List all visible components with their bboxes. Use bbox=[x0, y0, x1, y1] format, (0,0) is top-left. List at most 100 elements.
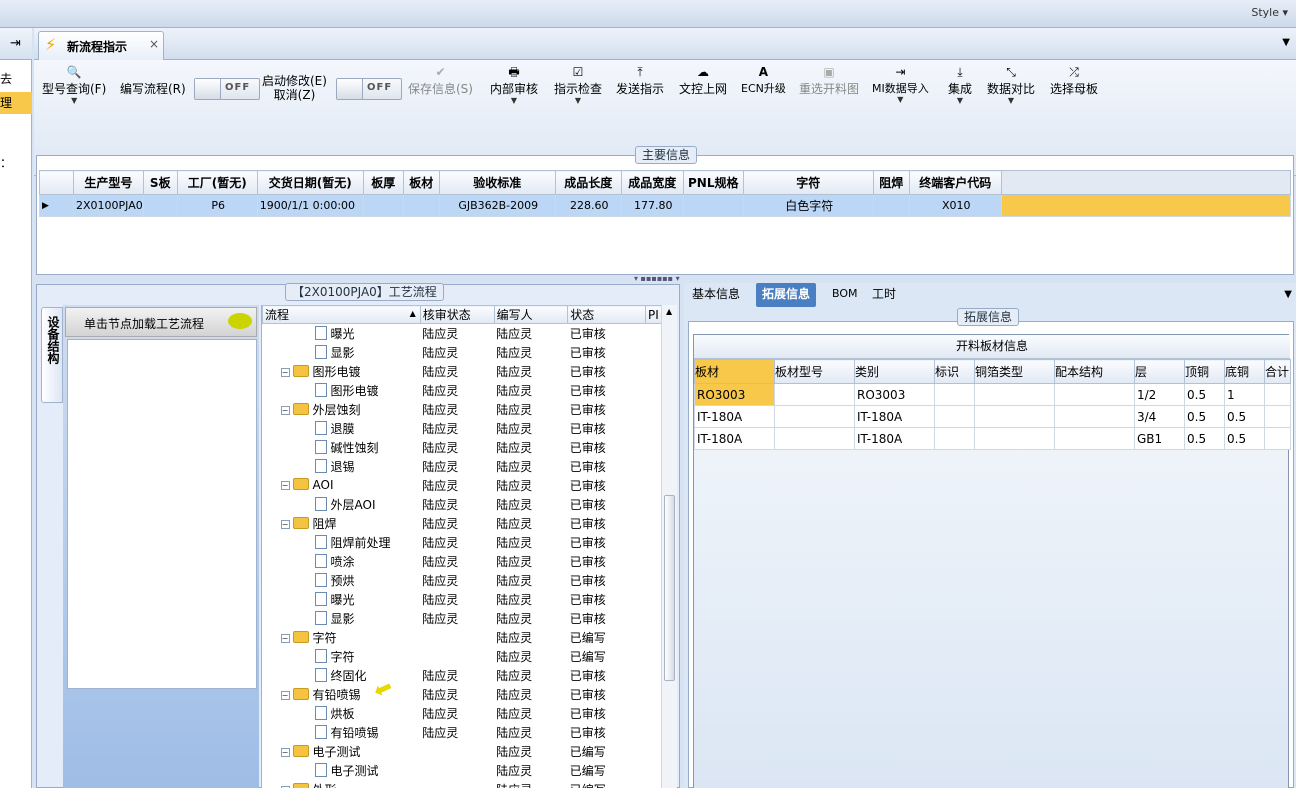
ecn-upgrade-button[interactable]: A ECN升级 bbox=[741, 64, 786, 96]
column-header[interactable]: 成品长度 bbox=[554, 170, 622, 195]
tree-row[interactable]: 外层AOI 陆应灵 陆应灵 已审核 bbox=[263, 495, 662, 514]
integrate-button[interactable]: ⤓ 集成 ▼ bbox=[948, 64, 972, 105]
tree-row[interactable]: − 有铅喷锡 陆应灵 陆应灵 已审核 bbox=[263, 685, 662, 704]
tree-row[interactable]: − 阻焊 陆应灵 陆应灵 已审核 bbox=[263, 514, 662, 533]
table-cell[interactable]: IT-180A bbox=[694, 427, 775, 450]
table-row[interactable]: ▶ 2X0100PJA0 P6 1900/1/1 0:00:00 GJB362B… bbox=[39, 194, 1292, 217]
data-compare-button[interactable]: ⤡ 数据对比 ▼ bbox=[987, 64, 1035, 105]
tree-node[interactable]: − 电子测试 bbox=[263, 742, 421, 761]
load-flow-button[interactable]: 单击节点加载工艺流程 bbox=[65, 307, 257, 337]
tree-node[interactable]: 曝光 bbox=[263, 324, 421, 343]
start-modify-button[interactable]: 启动修改(E) 取消(Z) bbox=[262, 74, 327, 102]
tree-node[interactable]: − 图形电镀 bbox=[263, 362, 421, 381]
table-cell[interactable] bbox=[1264, 383, 1291, 406]
write-flow-button[interactable]: 编写流程(R) bbox=[120, 80, 186, 97]
tree-row[interactable]: 退锡 陆应灵 陆应灵 已审核 bbox=[263, 457, 662, 476]
table-cell[interactable] bbox=[974, 383, 1055, 406]
column-header[interactable]: 板材 bbox=[402, 170, 440, 195]
nav-item[interactable]: ： bbox=[0, 152, 32, 174]
table-cell[interactable] bbox=[934, 405, 975, 428]
column-header[interactable]: 生产型号 bbox=[73, 170, 144, 195]
tree-node[interactable]: 字符 bbox=[263, 647, 421, 666]
tree-row[interactable]: − 图形电镀 陆应灵 陆应灵 已审核 bbox=[263, 362, 662, 381]
save-info-button[interactable]: ✔ 保存信息(S) bbox=[408, 64, 473, 97]
horizontal-splitter[interactable]: ▾ ▪▪▪▪▪▪ ▾ bbox=[634, 275, 694, 283]
column-header[interactable]: 成品宽度 bbox=[620, 170, 684, 195]
tree-scrollbar[interactable]: ▲ bbox=[661, 305, 677, 788]
column-header[interactable]: 板材型号 bbox=[774, 359, 855, 384]
tree-row[interactable]: − 电子测试 陆应灵 已编写 bbox=[263, 742, 662, 761]
equipment-structure-tab[interactable]: 设备结构 bbox=[41, 307, 63, 403]
tree-node[interactable]: − 阻焊 bbox=[263, 514, 421, 533]
table-cell[interactable]: 0.5 bbox=[1184, 405, 1225, 428]
tree-node[interactable]: 喷涂 bbox=[263, 552, 421, 571]
tree-node[interactable]: 图形电镀 bbox=[263, 381, 421, 400]
column-header[interactable]: 工厂(暂无) bbox=[176, 170, 258, 195]
column-header[interactable]: 板厚 bbox=[362, 170, 404, 195]
send-instruct-button[interactable]: ⤒ 发送指示 bbox=[616, 64, 664, 97]
close-icon[interactable]: × bbox=[149, 37, 159, 51]
table-cell[interactable] bbox=[774, 383, 855, 406]
tree-row[interactable]: 显影 陆应灵 陆应灵 已审核 bbox=[263, 343, 662, 362]
column-header[interactable]: 交货日期(暂无) bbox=[256, 170, 364, 195]
tree-row[interactable]: 字符 陆应灵 已编写 bbox=[263, 647, 662, 666]
table-cell[interactable] bbox=[1054, 405, 1135, 428]
collapse-icon[interactable]: − bbox=[280, 519, 290, 529]
pin-icon[interactable]: ⇥ bbox=[10, 36, 21, 51]
tree-row[interactable]: 有铅喷锡 陆应灵 陆应灵 已审核 bbox=[263, 723, 662, 742]
tree-row[interactable]: − 字符 陆应灵 已编写 bbox=[263, 628, 662, 647]
table-cell[interactable]: 228.60 bbox=[554, 194, 622, 217]
tree-row[interactable]: 曝光 陆应灵 陆应灵 已审核 bbox=[263, 590, 662, 609]
table-cell[interactable]: X010 bbox=[908, 194, 1002, 217]
table-cell[interactable] bbox=[362, 194, 404, 217]
column-header[interactable]: 阻焊 bbox=[872, 170, 910, 195]
tree-row[interactable]: − 外层蚀刻 陆应灵 陆应灵 已审核 bbox=[263, 400, 662, 419]
table-cell[interactable] bbox=[402, 194, 440, 217]
tab-list-dropdown-icon[interactable]: ▼ bbox=[1282, 37, 1290, 48]
instruct-check-button[interactable]: ☑ 指示检查 ▼ bbox=[554, 64, 602, 105]
table-cell[interactable] bbox=[682, 194, 744, 217]
scroll-thumb[interactable] bbox=[664, 495, 675, 681]
column-header[interactable]: 验收标准 bbox=[438, 170, 556, 195]
internal-review-button[interactable]: 🖶 内部审核 ▼ bbox=[490, 64, 538, 105]
table-row[interactable]: RO3003 RO3003 1/2 0.5 1 bbox=[694, 383, 1291, 406]
table-cell[interactable] bbox=[974, 405, 1055, 428]
table-cell[interactable] bbox=[974, 427, 1055, 450]
table-cell[interactable]: IT-180A bbox=[854, 405, 935, 428]
table-cell[interactable] bbox=[1264, 427, 1291, 450]
tree-row[interactable]: 电子测试 陆应灵 已编写 bbox=[263, 761, 662, 780]
tree-node[interactable]: − 有铅喷锡 bbox=[263, 685, 421, 704]
collapse-icon[interactable]: − bbox=[280, 405, 290, 415]
table-cell[interactable]: 白色字符 bbox=[742, 194, 874, 217]
table-cell[interactable] bbox=[934, 427, 975, 450]
tree-row[interactable]: 阻焊前处理 陆应灵 陆应灵 已审核 bbox=[263, 533, 662, 552]
table-cell[interactable]: P6 bbox=[176, 194, 258, 217]
nav-item-active[interactable]: 理 bbox=[0, 92, 32, 114]
start-modify-toggle[interactable]: OFF bbox=[336, 78, 402, 100]
tab-new-flow-instruction[interactable]: ⚡ 新流程指示 × bbox=[38, 31, 164, 61]
column-header[interactable]: 核审状态 bbox=[419, 305, 495, 324]
tree-row[interactable]: 烘板 陆应灵 陆应灵 已审核 bbox=[263, 704, 662, 723]
table-cell[interactable]: 3/4 bbox=[1134, 405, 1185, 428]
column-header[interactable]: 底铜 bbox=[1224, 359, 1265, 384]
model-query-button[interactable]: 🔍 型号查询(F) ▼ bbox=[42, 64, 106, 105]
table-cell[interactable]: RO3003 bbox=[854, 383, 935, 406]
table-cell[interactable]: 0.5 bbox=[1224, 405, 1265, 428]
column-header[interactable]: PNL规格 bbox=[682, 170, 744, 195]
scroll-up-icon[interactable]: ▲ bbox=[666, 307, 672, 316]
column-header[interactable]: 板材 bbox=[694, 359, 775, 384]
upload-file-button[interactable]: ☁ 文控上网 bbox=[679, 64, 727, 97]
column-header[interactable]: 标识 bbox=[934, 359, 975, 384]
tab-dropdown-icon[interactable]: ▼ bbox=[1284, 289, 1292, 300]
tree-node[interactable]: 烘板 bbox=[263, 704, 421, 723]
tab-basic-info[interactable]: 基本信息 bbox=[686, 283, 746, 307]
table-cell[interactable] bbox=[934, 383, 975, 406]
table-row[interactable]: IT-180A IT-180A GB1 0.5 0.5 bbox=[694, 427, 1291, 450]
column-header[interactable]: PI bbox=[644, 305, 663, 324]
table-cell[interactable]: 2X0100PJA0 bbox=[73, 194, 144, 217]
tree-node[interactable]: 退膜 bbox=[263, 419, 421, 438]
tree-row[interactable]: 退膜 陆应灵 陆应灵 已审核 bbox=[263, 419, 662, 438]
table-cell[interactable] bbox=[872, 194, 910, 217]
column-header[interactable]: 配本结构 bbox=[1054, 359, 1135, 384]
table-cell[interactable]: RO3003 bbox=[694, 383, 775, 406]
